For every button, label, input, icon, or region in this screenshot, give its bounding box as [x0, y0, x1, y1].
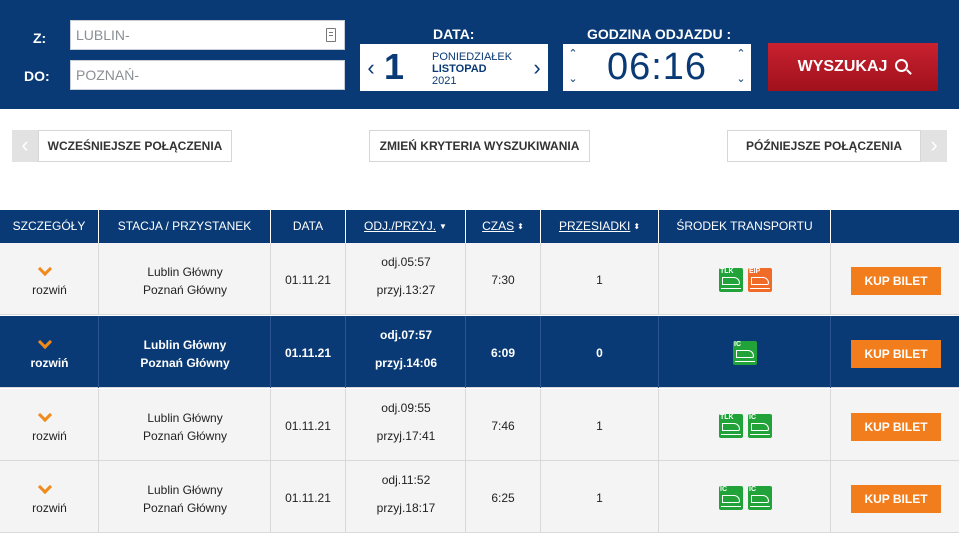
later-arrow-icon[interactable]: › [921, 130, 947, 162]
table-row[interactable]: rozwiń Lublin Główny Poznań Główny 01.11.… [0, 243, 959, 315]
duration: 6:25 [491, 491, 515, 505]
minute-down-icon[interactable]: ⌄ [734, 72, 748, 86]
from-station: Lublin Główny [147, 483, 223, 497]
header-station: STACJA / PRZYSTANEK [99, 210, 271, 243]
date-day: 1 [384, 46, 405, 87]
from-station: Lublin Główny [147, 265, 223, 279]
from-station-input[interactable]: LUBLIN- [70, 20, 345, 50]
date-year: 2021 [432, 75, 457, 87]
chevron-down-icon [37, 479, 53, 495]
travel-date: 01.11.21 [285, 273, 331, 287]
buy-ticket-button[interactable]: KUP BILET [851, 340, 941, 368]
ic-train-icon: IC [748, 414, 772, 438]
departure-time: odj.07:57 [379, 328, 433, 342]
duration: 7:30 [491, 273, 515, 287]
ic-train-icon: IC [733, 341, 757, 365]
from-label: Z: [33, 30, 47, 46]
buy-ticket-button[interactable]: KUP BILET [851, 267, 941, 295]
later-connections-button[interactable]: PÓŹNIEJSZE POŁĄCZENIA [727, 130, 921, 162]
changes-count: 1 [596, 491, 603, 505]
time-label: GODZINA ODJAZDU : [587, 26, 732, 42]
change-criteria-button[interactable]: ZMIEŃ KRYTERIA WYSZUKIWANIA [369, 130, 590, 162]
sort-duration-link[interactable]: CZAS [482, 219, 514, 233]
buy-ticket-button[interactable]: KUP BILET [851, 485, 941, 513]
chevron-down-icon [37, 407, 53, 423]
expand-label: rozwiń [30, 356, 69, 370]
tlk-train-icon: TLK [719, 268, 743, 292]
expand-details[interactable]: rozwiń [0, 243, 99, 315]
sort-both-icon: ⬍ [633, 222, 641, 231]
date-picker[interactable]: ‹ 1 PONIEDZIAŁEK LISTOPAD 2021 › [360, 44, 548, 91]
to-station: Poznań Główny [142, 429, 228, 443]
sort-changes-link[interactable]: PRZESIADKI [559, 219, 630, 233]
chevron-down-icon [37, 261, 53, 277]
header-duration[interactable]: CZAS ⬍ [466, 210, 541, 243]
to-label: DO: [24, 68, 50, 84]
arrival-time: przyj.14:06 [374, 356, 438, 370]
search-button[interactable]: WYSZUKAJ [768, 43, 938, 91]
earlier-arrow-icon[interactable]: ‹ [12, 130, 38, 162]
table-row[interactable]: rozwiń Lublin Główny Poznań Główny 01.11.… [0, 316, 959, 388]
header-date: DATA [271, 210, 346, 243]
header-buy [831, 210, 959, 243]
departure-time: odj.09:55 [381, 401, 431, 415]
ic-train-icon: IC [719, 486, 743, 510]
table-row[interactable]: rozwiń Lublin Główny Poznań Główny 01.11.… [0, 461, 959, 533]
table-row[interactable]: rozwiń Lublin Główny Poznań Główny 01.11.… [0, 389, 959, 461]
to-station: Poznań Główny [142, 501, 228, 515]
to-station-input[interactable]: POZNAŃ- [70, 60, 345, 90]
duration: 7:46 [491, 419, 515, 433]
changes-count: 1 [596, 273, 603, 287]
travel-date: 01.11.21 [285, 419, 331, 433]
search-button-label: WYSZUKAJ [797, 58, 888, 75]
changes-count: 1 [596, 419, 603, 433]
chevron-down-icon [37, 334, 53, 350]
expand-details[interactable]: rozwiń [0, 316, 99, 388]
date-month: LISTOPAD [432, 63, 487, 75]
eip-train-icon: EIP [748, 268, 772, 292]
address-book-icon[interactable] [326, 28, 336, 42]
header-changes[interactable]: PRZESIADKI ⬍ [541, 210, 659, 243]
expand-label: rozwiń [32, 283, 67, 297]
arrival-time: przyj.17:41 [376, 429, 436, 443]
tlk-train-icon: TLK [719, 414, 743, 438]
header-details: SZCZEGÓŁY [0, 210, 99, 243]
header-transport: ŚRODEK TRANSPORTU [659, 210, 831, 243]
search-header: Z: DO: LUBLIN- POZNAŃ- DATA: ‹ 1 PONIEDZ… [0, 0, 959, 109]
date-weekday: PONIEDZIAŁEK [432, 51, 513, 63]
expand-details[interactable]: rozwiń [0, 389, 99, 461]
minute-up-icon[interactable]: ⌃ [734, 47, 748, 61]
to-station: Poznań Główny [140, 356, 230, 370]
header-dep-arr[interactable]: ODJ./PRZYJ. ▼ [346, 210, 466, 243]
to-station: Poznań Główny [142, 283, 228, 297]
expand-details[interactable]: rozwiń [0, 461, 99, 533]
departure-time: odj.11:52 [381, 473, 431, 487]
buy-ticket-button[interactable]: KUP BILET [851, 413, 941, 441]
sort-both-icon: ⬍ [517, 222, 524, 231]
results-table-header: SZCZEGÓŁY STACJA / PRZYSTANEK DATA ODJ./… [0, 210, 959, 243]
departure-time: odj.05:57 [381, 255, 431, 269]
from-station: Lublin Główny [147, 411, 223, 425]
chevron-left-icon[interactable]: ‹ [362, 44, 380, 91]
to-station-value: POZNAŃ- [76, 67, 139, 83]
arrival-time: przyj.18:17 [376, 501, 436, 515]
sort-down-icon: ▼ [439, 222, 447, 231]
search-icon [895, 59, 909, 72]
date-label: DATA: [433, 26, 475, 42]
expand-label: rozwiń [32, 429, 67, 443]
time-picker[interactable]: ⌃ ⌄ 06:16 ⌃ ⌄ [563, 44, 751, 91]
travel-date: 01.11.21 [285, 491, 331, 505]
ic-train-icon: IC [748, 486, 772, 510]
expand-label: rozwiń [32, 501, 67, 515]
travel-date: 01.11.21 [284, 346, 332, 360]
sort-dep-arr-link[interactable]: ODJ./PRZYJ. [364, 219, 436, 233]
arrival-time: przyj.13:27 [376, 283, 436, 297]
from-station: Lublin Główny [143, 338, 227, 352]
from-station-value: LUBLIN- [76, 27, 130, 43]
changes-count: 0 [596, 346, 603, 360]
duration: 6:09 [490, 346, 516, 360]
chevron-right-icon[interactable]: › [528, 44, 546, 91]
time-value: 06:16 [606, 46, 708, 88]
earlier-connections-button[interactable]: WCZEŚNIEJSZE POŁĄCZENIA [38, 130, 232, 162]
